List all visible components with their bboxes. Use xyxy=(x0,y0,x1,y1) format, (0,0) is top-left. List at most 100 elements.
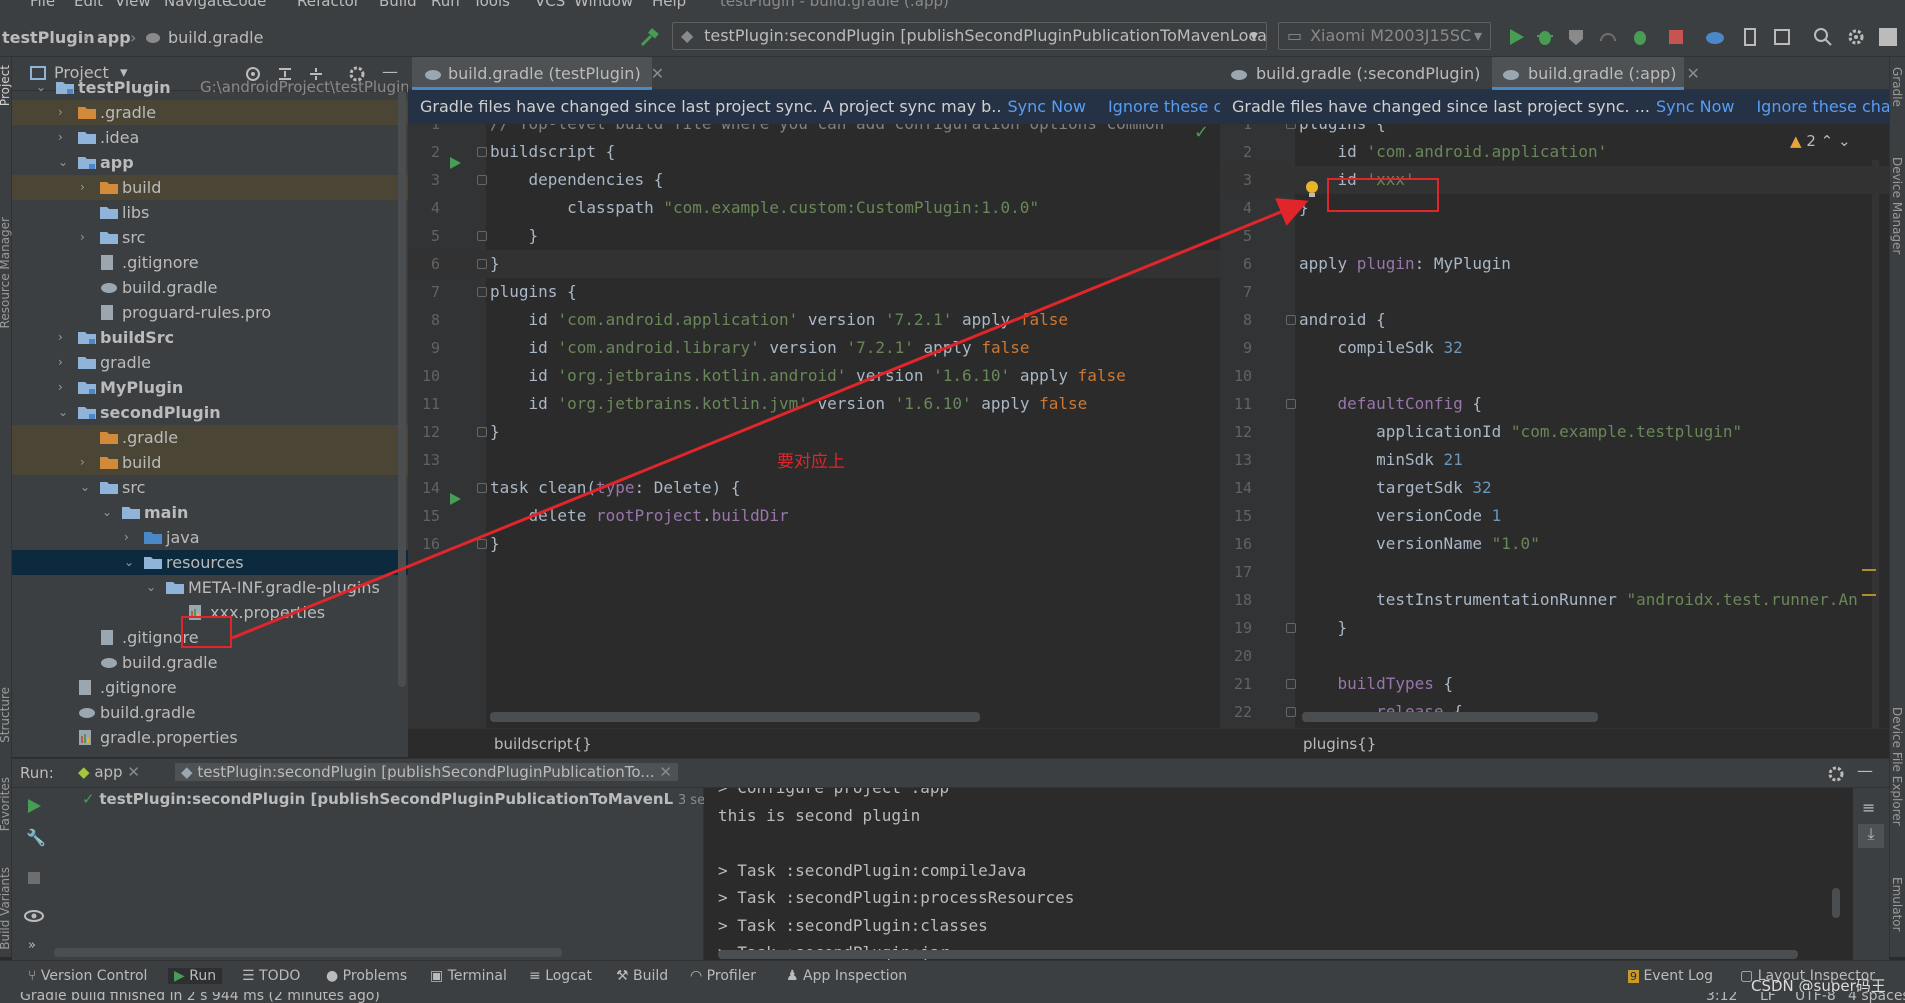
stop-icon[interactable] xyxy=(26,870,42,886)
code-line[interactable]: id 'com.android.application' version '7.… xyxy=(490,306,1068,334)
menu-item-vcs[interactable]: VCS xyxy=(535,0,565,10)
project-tree-item[interactable]: › MyPlugin xyxy=(12,375,408,400)
fold-marker-icon[interactable] xyxy=(1286,399,1296,409)
code-line[interactable]: plugins { xyxy=(490,278,577,306)
profile-icon[interactable] xyxy=(1598,27,1618,47)
scroll-to-end-icon[interactable]: ⤓ xyxy=(1858,824,1884,848)
chevron-down-icon[interactable]: ⌄ xyxy=(58,150,70,175)
breadcrumb-file[interactable]: build.gradle xyxy=(168,28,263,47)
device-select[interactable]: ▭ Xiaomi M2003J15SC ▾ xyxy=(1278,22,1491,50)
menu-item-window[interactable]: Window xyxy=(574,0,633,10)
chevron-down-icon[interactable]: ⌄ xyxy=(102,500,114,525)
right-editor-breadcrumb[interactable]: plugins{} xyxy=(1220,728,1889,758)
code-line[interactable]: plugins { xyxy=(1299,124,1386,138)
project-tree-item[interactable]: › .idea xyxy=(12,125,408,150)
stop-icon[interactable] xyxy=(1666,27,1686,47)
code-line[interactable]: // Top-level build file where you can ad… xyxy=(490,124,1164,138)
menu-item-run[interactable]: Run xyxy=(431,0,460,10)
run-tab-second-plugin[interactable]: ◆ testPlugin:secondPlugin [publishSecond… xyxy=(175,763,678,781)
project-tree-item[interactable]: › java xyxy=(12,525,408,550)
chevron-right-icon[interactable]: › xyxy=(58,375,70,400)
close-tab-icon[interactable]: ✕ xyxy=(1687,64,1700,83)
run-icon[interactable] xyxy=(1506,27,1526,47)
device-file-explorer-tool-tab[interactable]: Device File Explorer xyxy=(1890,707,1904,826)
chevron-right-icon[interactable]: › xyxy=(80,450,92,475)
project-tree-item[interactable]: › build xyxy=(12,450,408,475)
code-line[interactable]: defaultConfig { xyxy=(1299,390,1483,418)
profiler-tool[interactable]: ◠ Profiler xyxy=(690,968,756,984)
debug-icon[interactable] xyxy=(1535,27,1555,47)
code-line[interactable]: buildTypes { xyxy=(1299,670,1454,698)
project-tree-item[interactable]: build.gradle xyxy=(12,650,408,675)
code-line[interactable]: id 'com.android.application' xyxy=(1299,138,1608,166)
close-tab-icon[interactable]: ✕ xyxy=(127,763,140,781)
event-log-tool[interactable]: 9 Event Log xyxy=(1628,968,1713,984)
search-icon[interactable] xyxy=(1813,27,1833,47)
project-tree-item[interactable]: › gradle xyxy=(12,350,408,375)
chevron-down-icon[interactable]: ⌄ xyxy=(36,75,48,100)
ignore-changes-link[interactable]: Ignore these changes xyxy=(1756,97,1889,116)
run-gutter-icon[interactable] xyxy=(448,492,462,506)
project-tree-item[interactable]: ⌄ META-INF.gradle-plugins xyxy=(12,575,408,600)
run-task-row[interactable]: ✓ testPlugin:secondPlugin [publishSecond… xyxy=(82,790,761,808)
chevron-right-icon[interactable]: › xyxy=(58,325,70,350)
code-line[interactable]: compileSdk 32 xyxy=(1299,334,1463,362)
menu-item-navigate[interactable]: Navigate xyxy=(164,0,231,10)
code-line[interactable]: } xyxy=(1299,194,1309,222)
fold-marker-icon[interactable] xyxy=(477,427,487,437)
chevron-down-icon[interactable]: ⌄ xyxy=(146,575,158,600)
code-line[interactable]: applicationId "com.example.testplugin" xyxy=(1299,418,1742,446)
project-tree-item[interactable]: ⌄ app xyxy=(12,150,408,175)
code-line[interactable]: delete rootProject.buildDir xyxy=(490,502,789,530)
chevron-right-icon[interactable]: › xyxy=(80,225,92,250)
account-avatar[interactable] xyxy=(1878,27,1900,47)
run-tree-scrollbar[interactable] xyxy=(54,948,562,957)
line-separator[interactable]: LF xyxy=(1760,992,1776,1003)
project-tree-item[interactable]: › src xyxy=(12,225,408,250)
warning-stripe[interactable] xyxy=(1862,569,1876,571)
project-tree-item[interactable]: › .gradle xyxy=(12,100,408,125)
fold-marker-icon[interactable] xyxy=(1286,623,1296,633)
run-tool[interactable]: ▶ Run xyxy=(168,968,223,984)
status-message[interactable]: Gradle build finished in 2 s 944 ms (2 m… xyxy=(20,992,380,1003)
chevron-right-icon[interactable]: › xyxy=(80,175,92,200)
sync-gradle-icon[interactable] xyxy=(1704,27,1724,47)
code-line[interactable]: android { xyxy=(1299,306,1386,334)
close-tab-icon[interactable]: ✕ xyxy=(651,64,664,83)
coverage-icon[interactable] xyxy=(1566,27,1586,47)
build-hammer-icon[interactable] xyxy=(638,27,660,47)
console-vertical-scrollbar[interactable] xyxy=(1832,888,1840,918)
project-tree-item[interactable]: ⌄ secondPlugin xyxy=(12,400,408,425)
menu-item-code[interactable]: Code xyxy=(228,0,266,10)
menu-item-build[interactable]: Build xyxy=(379,0,417,10)
code-line[interactable]: id 'com.android.library' version '7.2.1'… xyxy=(490,334,1030,362)
fold-marker-icon[interactable] xyxy=(1286,203,1296,213)
code-line[interactable]: versionName "1.0" xyxy=(1299,530,1540,558)
code-line[interactable]: dependencies { xyxy=(490,166,664,194)
code-line[interactable]: targetSdk 32 xyxy=(1299,474,1492,502)
code-line[interactable]: } xyxy=(490,250,500,278)
menu-item-edit[interactable]: Edit xyxy=(74,0,103,10)
project-tree-item[interactable]: .gradle xyxy=(12,425,408,450)
caret-position[interactable]: 3:12 xyxy=(1706,992,1737,1003)
console-horizontal-scrollbar[interactable] xyxy=(718,950,1798,959)
menu-item-file[interactable]: File xyxy=(30,0,55,10)
code-line[interactable]: apply plugin: MyPlugin xyxy=(1299,250,1511,278)
project-tree-item[interactable]: build.gradle xyxy=(12,700,408,725)
indent-setting[interactable]: 4 spaces xyxy=(1848,992,1905,1003)
menu-item-help[interactable]: Help xyxy=(652,0,686,10)
code-line[interactable]: versionCode 1 xyxy=(1299,502,1501,530)
inspection-ok-icon[interactable]: ✓ xyxy=(1194,124,1209,143)
settings-gear-icon[interactable] xyxy=(1827,765,1845,783)
code-line[interactable]: testInstrumentationRunner "androidx.test… xyxy=(1299,586,1858,614)
rerun-icon[interactable] xyxy=(26,798,42,814)
wrench-icon[interactable]: 🔧 xyxy=(26,828,46,847)
project-scrollbar[interactable] xyxy=(398,91,406,687)
right-vertical-scrollbar[interactable] xyxy=(1872,160,1879,728)
favorites-tool-tab[interactable]: Favorites xyxy=(0,777,12,831)
project-tree-item[interactable]: .gitignore xyxy=(12,675,408,700)
ignore-changes-link[interactable]: Ignore these changes xyxy=(1108,97,1220,116)
run-tab-app[interactable]: ◆ app ✕ xyxy=(78,763,140,781)
left-code-editor[interactable]: 12345678910111213141516// Top-level buil… xyxy=(408,124,1220,728)
console-output[interactable]: > Configure project :app this is second p… xyxy=(704,788,1853,960)
